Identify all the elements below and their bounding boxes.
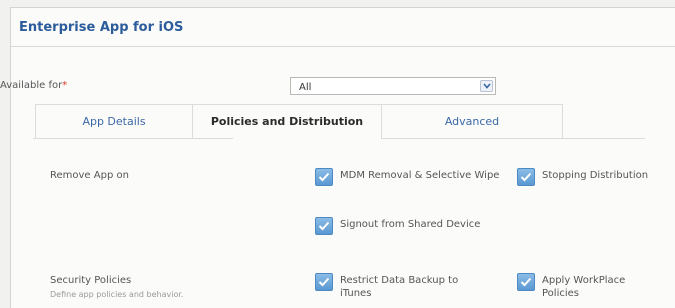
signout-shared-device-label: Signout from Shared Device bbox=[340, 219, 481, 230]
checkbox-stopping-distribution[interactable]: Stopping Distribution bbox=[517, 168, 672, 186]
checkbox-checked-icon[interactable] bbox=[315, 168, 333, 186]
stopping-distribution-label: Stopping Distribution bbox=[542, 170, 649, 181]
checkbox-apply-workplace[interactable]: Apply WorkPlace Policies bbox=[517, 273, 657, 300]
available-for-label: Available for* bbox=[0, 80, 67, 91]
chevron-down-icon[interactable] bbox=[480, 80, 493, 92]
tab-bar: App Details Policies and Distribution Ad… bbox=[23, 104, 575, 139]
remove-app-label: Remove App on bbox=[50, 170, 129, 181]
checkbox-checked-icon[interactable] bbox=[517, 273, 535, 291]
available-for-value: All bbox=[299, 82, 312, 93]
tab-baseline-right bbox=[382, 138, 645, 139]
tab-advanced[interactable]: Advanced bbox=[382, 104, 563, 138]
restrict-backup-label: Restrict Data Backup to iTunes bbox=[340, 275, 459, 299]
tab-app-details[interactable]: App Details bbox=[35, 104, 193, 138]
available-for-select[interactable]: All bbox=[290, 77, 496, 95]
available-for-text: Available for bbox=[0, 80, 63, 91]
apply-workplace-label: Apply WorkPlace Policies bbox=[542, 275, 626, 299]
page-title: Enterprise App for iOS bbox=[19, 20, 184, 35]
checkbox-signout-shared-device[interactable]: Signout from Shared Device bbox=[315, 217, 485, 235]
app-settings-panel: Enterprise App for iOS bbox=[10, 7, 675, 308]
title-divider bbox=[11, 46, 675, 47]
checkbox-checked-icon[interactable] bbox=[315, 273, 333, 291]
checkbox-checked-icon[interactable] bbox=[517, 168, 535, 186]
required-marker: * bbox=[62, 80, 68, 91]
security-policies-label: Security Policies bbox=[50, 275, 132, 286]
mdm-removal-label: MDM Removal & Selective Wipe bbox=[340, 170, 500, 181]
checkbox-restrict-backup[interactable]: Restrict Data Backup to iTunes bbox=[315, 273, 490, 300]
checkbox-checked-icon[interactable] bbox=[315, 217, 333, 235]
security-policies-description: Define app policies and behavior. bbox=[50, 290, 184, 299]
checkbox-mdm-removal[interactable]: MDM Removal & Selective Wipe bbox=[315, 168, 505, 186]
tab-policies-and-distribution[interactable]: Policies and Distribution bbox=[193, 104, 382, 139]
tab-baseline bbox=[33, 138, 233, 139]
